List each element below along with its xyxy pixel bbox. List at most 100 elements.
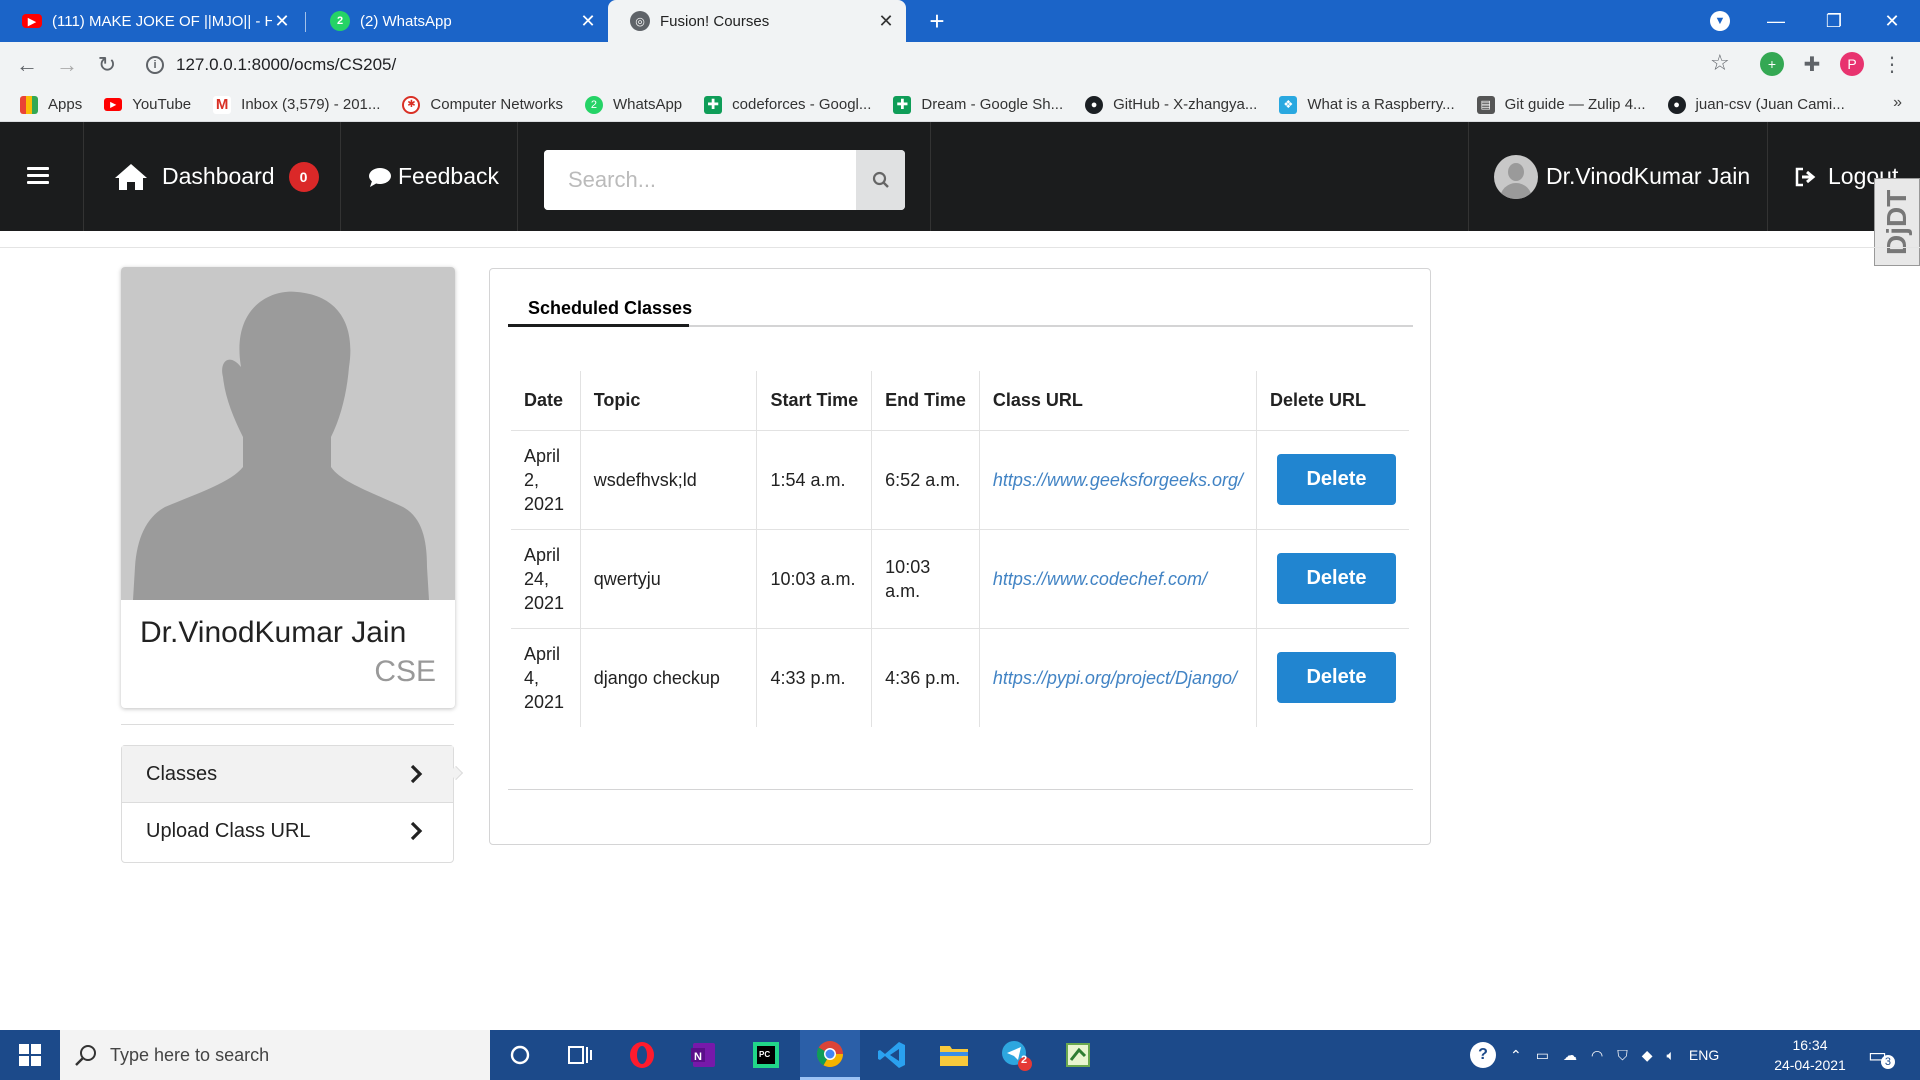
vscode-icon[interactable] [862,1030,922,1080]
info-icon[interactable]: i [146,56,164,74]
cell-end-time: 6:52 a.m. [871,430,980,530]
close-icon[interactable]: ✕ [578,11,598,31]
dashboard-link[interactable]: Dashboard 0 [114,122,319,231]
notification-center-button[interactable]: ▭ 3 [1868,1030,1895,1080]
column-header-class-url: Class URL [978,371,1257,431]
back-icon[interactable]: ← [12,50,42,80]
chevron-up-icon[interactable]: ⌃ [1510,1047,1522,1064]
column-header-delete-url: Delete URL [1255,371,1409,431]
nav-divider [1468,122,1469,231]
bookmarks-bar: Apps ▶ YouTube M Inbox (3,579) - 201... … [0,88,1920,122]
taskbar-search-box[interactable]: Type here to search [60,1030,490,1080]
bookmark-apps[interactable]: Apps [20,95,82,114]
bookmark-gmail[interactable]: M Inbox (3,579) - 201... [213,95,380,114]
close-icon[interactable]: ✕ [876,11,896,31]
table-header-row: Date Topic Start Time End Time Class URL… [511,371,1409,431]
help-icon[interactable]: ? [1470,1042,1496,1068]
tab-scheduled-classes[interactable]: Scheduled Classes [508,289,712,327]
tab-menu: Scheduled Classes [508,289,1413,327]
bookmark-raspberry[interactable]: ❖ What is a Raspberry... [1279,95,1455,114]
delete-button[interactable]: Delete [1276,454,1396,505]
table-row: April 4, 2021 django checkup 4:33 p.m. 4… [511,628,1409,727]
chat-bubble-icon [369,167,391,187]
address-bar[interactable]: i 127.0.0.1:8000/ocms/CS205/ [134,47,1734,83]
minimize-icon[interactable]: — [1750,0,1802,42]
file-explorer-icon[interactable] [924,1030,984,1080]
close-icon[interactable]: ✕ [272,11,292,31]
bookmark-label: codeforces - Googl... [732,96,872,113]
restore-icon[interactable]: ❐ [1808,0,1860,42]
scheduled-classes-panel: Scheduled Classes Date Topic Start Time … [489,268,1431,845]
browser-tab-youtube[interactable]: ▶ (111) MAKE JOKE OF ||MJO|| - HC ✕ [0,0,302,42]
new-tab-icon[interactable]: + [922,6,952,36]
extension-plus-icon[interactable]: + [1760,52,1784,76]
pycharm-icon[interactable]: PC [736,1030,796,1080]
taskbar-search-placeholder: Type here to search [110,1044,270,1065]
defender-icon[interactable]: ◆ [1642,1047,1653,1064]
extensions-puzzle-icon[interactable]: ✚ [1800,52,1824,76]
telegram-icon[interactable]: 2 [986,1030,1046,1080]
task-view-icon[interactable] [550,1030,610,1080]
onedrive-cloud-icon[interactable]: ☁ [1563,1047,1577,1064]
bookmark-codeforces[interactable]: ✚ codeforces - Googl... [704,95,872,114]
class-url-link[interactable]: https://pypi.org/project/Django/ [993,668,1237,688]
class-url-link[interactable]: https://www.codechef.com/ [993,569,1207,589]
opera-icon[interactable] [612,1030,672,1080]
search-icon [872,171,889,188]
profile-avatar[interactable]: P [1840,52,1864,76]
search-input[interactable] [544,150,856,210]
chevron-right-icon [410,821,423,841]
reload-icon[interactable]: ↻ [92,50,122,80]
sidebar-item-upload-class-url[interactable]: Upload Class URL [122,803,453,860]
bookmark-whatsapp[interactable]: 2 WhatsApp [584,95,683,114]
bookmark-youtube[interactable]: ▶ YouTube [104,96,191,113]
sidebar-menu: Classes Upload Class URL [121,745,454,863]
language-indicator[interactable]: ENG [1689,1047,1719,1063]
chrome-icon[interactable] [800,1030,860,1080]
django-debug-toolbar-handle[interactable]: DjDT [1874,178,1920,266]
sidebar-item-label: Classes [146,762,218,785]
bookmark-git-guide[interactable]: ▤ Git guide — Zulip 4... [1476,95,1646,114]
class-url-link[interactable]: https://www.geeksforgeeks.org/ [993,470,1243,490]
user-profile-link[interactable]: Dr.VinodKumar Jain [1494,122,1750,231]
volume-icon[interactable]: 🔈︎ [1666,1047,1674,1064]
wifi-icon[interactable]: ◠ [1591,1047,1603,1064]
kebab-menu-icon[interactable]: ⋮ [1880,52,1904,76]
windows-logo-icon [19,1044,41,1066]
search-button[interactable] [856,150,905,210]
delete-button[interactable]: Delete [1276,553,1396,604]
bookmark-star-icon[interactable]: ☆ [1710,50,1730,76]
bookmark-label: What is a Raspberry... [1307,96,1455,113]
chevron-down-icon[interactable]: ▼ [1710,11,1730,31]
forward-icon[interactable]: → [52,50,82,80]
globe-icon: ◎ [630,11,650,31]
sidebar-item-classes[interactable]: Classes [122,746,453,803]
bookmark-github-zhangya[interactable]: ● GitHub - X-zhangya... [1085,95,1257,114]
nav-divider [340,122,341,231]
notepad-plus-plus-icon[interactable] [1048,1030,1108,1080]
delete-button[interactable]: Delete [1276,652,1396,704]
windows-start-button[interactable] [0,1030,60,1080]
bookmark-juan-csv[interactable]: ● juan-csv (Juan Cami... [1667,95,1845,114]
security-shield-icon[interactable]: ⛉ [1617,1047,1628,1064]
taskbar-clock[interactable]: 16:34 24-04-2021 [1760,1035,1860,1075]
onenote-icon[interactable]: N [674,1030,734,1080]
bookmarks-overflow-icon[interactable]: » [1893,94,1902,112]
bookmark-label: YouTube [132,96,192,113]
tab-title: Fusion! Courses [660,12,770,30]
browser-tab-fusion-courses[interactable]: ◎ Fusion! Courses ✕ [608,0,906,42]
hamburger-menu-icon[interactable] [27,167,49,188]
bookmark-computer-networks[interactable]: ✱ Computer Networks [402,95,563,114]
browser-tab-whatsapp[interactable]: 2 (2) WhatsApp ✕ [308,0,608,42]
bookmark-label: WhatsApp [612,96,683,113]
dashboard-label: Dashboard [162,163,275,189]
feedback-link[interactable]: Feedback [368,122,499,231]
battery-icon[interactable]: ▭ [1536,1047,1549,1064]
cortana-icon[interactable] [490,1030,550,1080]
sidebar-divider [121,724,454,725]
clock-date: 24-04-2021 [1774,1057,1846,1073]
bookmark-dream[interactable]: ✚ Dream - Google Sh... [893,95,1063,114]
window-close-icon[interactable]: ✕ [1866,0,1918,42]
column-header-date: Date [511,371,581,431]
windows-taskbar: Type here to search N PC 2 ? ⌃ ▭ ☁ ◠ ⛉ ◆… [0,1030,1920,1080]
